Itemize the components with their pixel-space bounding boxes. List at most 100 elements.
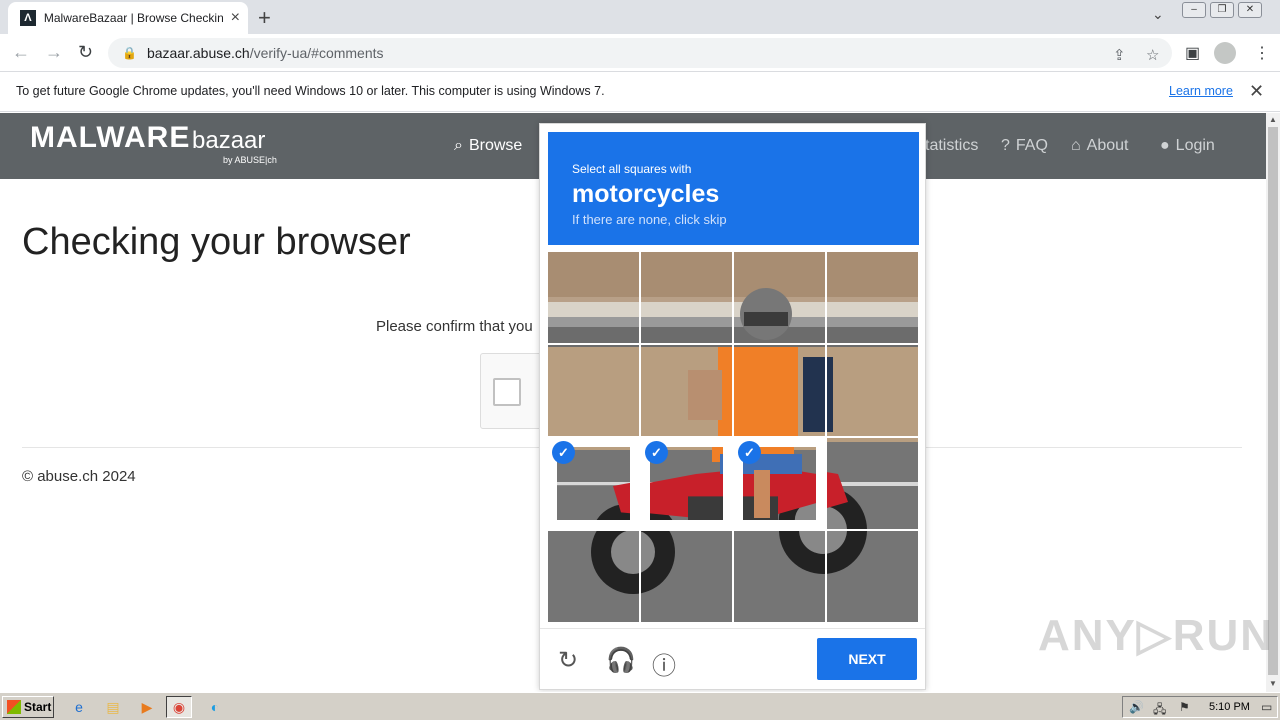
tile-image [548, 252, 639, 343]
windows-logo-icon [7, 700, 21, 714]
logo-byline: by ABUSE|ch [223, 155, 277, 165]
share-icon[interactable]: ⇪ [1113, 46, 1126, 64]
address-bar[interactable]: 🔒 bazaar.abuse.ch/verify-ua/#comments ⇪ … [108, 38, 1172, 68]
grid-tile[interactable] [734, 531, 825, 622]
flag-icon[interactable]: ⚑ [1179, 700, 1190, 714]
file-explorer-icon[interactable]: ▤ [100, 696, 126, 718]
volume-icon[interactable]: 🔊 [1129, 700, 1144, 714]
nav-statistics-label: tatistics [925, 137, 979, 154]
audio-headphones-icon[interactable]: 🎧 [606, 646, 636, 675]
tile-image [641, 252, 732, 343]
tab-strip: Λ MalwareBazaar | Browse Checking y × + … [0, 0, 1280, 34]
nav-about[interactable]: ⌂ About [1071, 137, 1128, 155]
captcha-challenge-dialog: Select all squares with motorcycles If t… [539, 123, 926, 690]
url-path: /verify-ua/#comments [249, 45, 384, 61]
network-icon[interactable]: 🖧 [1153, 700, 1166, 721]
scroll-thumb[interactable] [1268, 127, 1278, 675]
challenge-divider [540, 628, 925, 629]
close-window-button[interactable]: ✕ [1238, 2, 1262, 18]
grid-tile[interactable] [548, 531, 639, 622]
tile-image [827, 252, 918, 343]
nav-browse-label: Browse [468, 137, 523, 154]
nav-login[interactable]: ● Login [1160, 137, 1215, 155]
grid-tile[interactable] [548, 252, 639, 343]
grid-tile[interactable] [827, 345, 918, 436]
edge-icon[interactable]: ◐ [202, 696, 228, 718]
tab-search-chevron-icon[interactable]: ⌄ [1152, 6, 1164, 23]
tile-image [641, 531, 732, 622]
grid-tile[interactable] [827, 438, 918, 529]
tile-image [827, 531, 918, 622]
image-grid: ✓ ✓ ✓ [548, 252, 919, 622]
side-panel-icon[interactable]: ▣ [1185, 43, 1200, 63]
tile-image [827, 345, 918, 436]
tile-image [641, 345, 732, 436]
minimize-button[interactable]: – [1182, 2, 1206, 18]
learn-more-link[interactable]: Learn more [1169, 84, 1233, 98]
grid-tile[interactable] [827, 252, 918, 343]
nav-faq[interactable]: ? FAQ [1001, 137, 1048, 155]
system-tray: 🔊 🖧 ⚑ 5:10 PM ▭ [1122, 696, 1278, 718]
bookmark-star-icon[interactable]: ☆ [1146, 46, 1159, 64]
nav-browse[interactable]: ⌕ Browse [454, 137, 522, 155]
browser-toolbar: ← → ↻ 🔒 bazaar.abuse.ch/verify-ua/#comme… [0, 34, 1280, 72]
next-button[interactable]: NEXT [817, 638, 917, 680]
media-player-icon[interactable]: ▶ [134, 696, 160, 718]
grid-tile[interactable] [641, 252, 732, 343]
grid-tile[interactable] [548, 345, 639, 436]
tile-image [734, 252, 825, 343]
refresh-icon[interactable]: ↻ [558, 646, 578, 675]
windows-taskbar: Start e ▤ ▶ ◉ ◐ 🔊 🖧 ⚑ 5:10 PM ▭ [0, 692, 1280, 720]
profile-avatar[interactable] [1214, 42, 1236, 64]
grid-tile[interactable] [734, 345, 825, 436]
maximize-button[interactable]: ❐ [1210, 2, 1234, 18]
nav-statistics[interactable]: tatistics [925, 137, 978, 155]
internet-explorer-icon[interactable]: e [66, 696, 92, 718]
challenge-prompt: Select all squares with [572, 162, 692, 176]
footer-copyright: © abuse.ch 2024 [22, 468, 136, 485]
captcha-checkbox[interactable] [493, 378, 521, 406]
nav-login-label: Login [1175, 137, 1215, 154]
challenge-header: Select all squares with motorcycles If t… [548, 132, 919, 245]
grid-tile[interactable] [734, 252, 825, 343]
start-label: Start [24, 700, 52, 714]
tile-image [734, 345, 825, 436]
challenge-skip-hint: If there are none, click skip [572, 212, 727, 227]
user-icon: ● [1160, 137, 1170, 154]
anyrun-watermark: ANY▷RUN [1038, 611, 1275, 660]
show-desktop-icon[interactable]: ▭ [1261, 700, 1272, 714]
tile-image [827, 438, 918, 529]
scroll-up-icon[interactable]: ▲ [1269, 115, 1277, 124]
checkmark-icon: ✓ [738, 441, 761, 464]
page-scrollbar[interactable]: ▲ ▼ [1266, 113, 1280, 692]
grid-tile[interactable] [827, 531, 918, 622]
scroll-down-icon[interactable]: ▼ [1269, 679, 1277, 688]
question-icon: ? [1001, 137, 1010, 154]
nav-faq-label: FAQ [1015, 137, 1048, 154]
new-tab-button[interactable]: + [258, 5, 271, 31]
grid-tile[interactable] [641, 345, 732, 436]
url-host: bazaar.abuse.ch [146, 45, 250, 61]
browser-tab[interactable]: Λ MalwareBazaar | Browse Checking y × [8, 2, 248, 34]
reload-icon[interactable]: ↻ [78, 42, 93, 63]
back-arrow-icon[interactable]: ← [12, 42, 30, 63]
confirm-text: Please confirm that you [376, 318, 533, 335]
info-icon[interactable]: ⓘ [652, 646, 676, 681]
menu-kebab-icon[interactable]: ⋮ [1254, 43, 1270, 63]
grid-tile[interactable]: ✓ [734, 438, 825, 529]
logo[interactable]: MALWARE [30, 121, 190, 155]
forward-arrow-icon[interactable]: → [45, 42, 63, 63]
nav-about-label: About [1086, 137, 1129, 154]
start-button[interactable]: Start [2, 696, 54, 718]
grid-tile[interactable]: ✓ [548, 438, 639, 529]
tile-image [734, 531, 825, 622]
clock[interactable]: 5:10 PM [1209, 701, 1250, 713]
close-tab-icon[interactable]: × [231, 9, 240, 27]
chrome-icon[interactable]: ◉ [166, 696, 192, 718]
grid-tile[interactable]: ✓ [641, 438, 732, 529]
infobar-message: To get future Google Chrome updates, you… [16, 84, 605, 98]
tile-image [548, 345, 639, 436]
chrome-update-infobar: To get future Google Chrome updates, you… [0, 72, 1280, 112]
close-icon[interactable]: ✕ [1249, 81, 1264, 102]
grid-tile[interactable] [641, 531, 732, 622]
